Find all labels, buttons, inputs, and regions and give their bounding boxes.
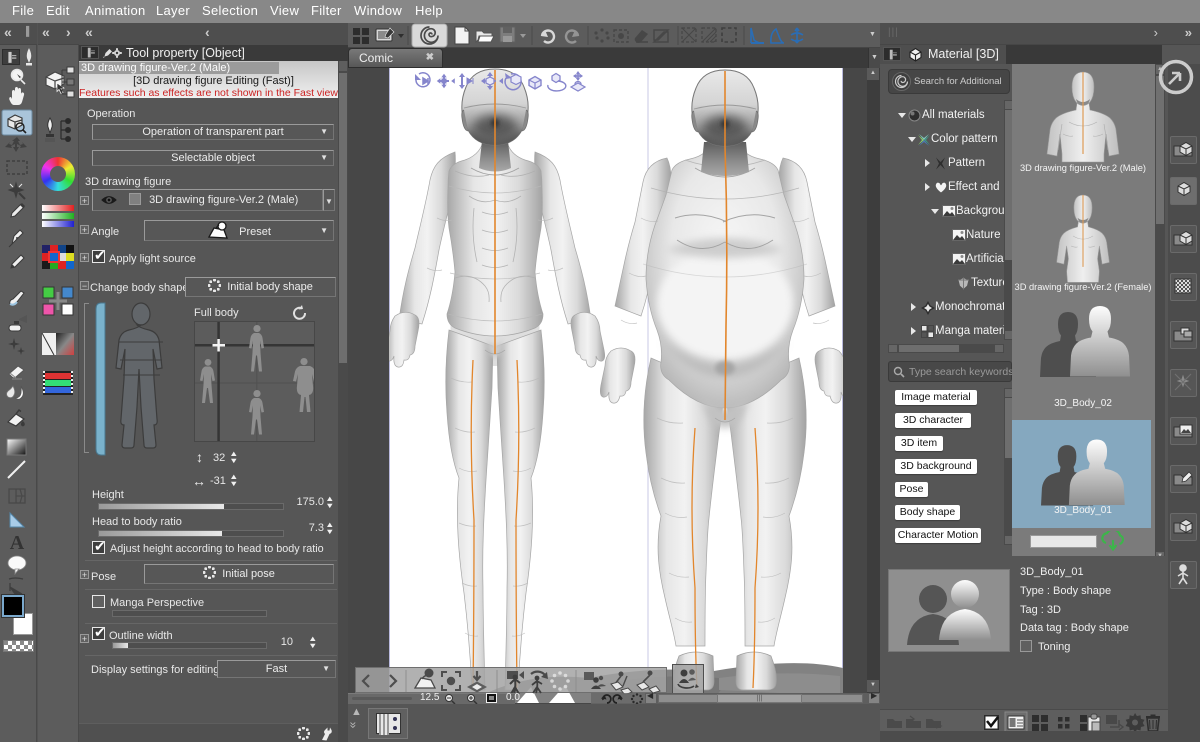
svg-text:A: A bbox=[10, 532, 25, 554]
svg-text:3D_Body_01: 3D_Body_01 bbox=[1054, 505, 1112, 516]
svg-text:3D_Body_02: 3D_Body_02 bbox=[1054, 398, 1112, 409]
svg-text:3D drawing figure-Ver.2 (Male): 3D drawing figure-Ver.2 (Male) bbox=[1020, 163, 1146, 173]
svg-text:3D drawing figure-Ver.2 (Femal: 3D drawing figure-Ver.2 (Female) bbox=[1015, 282, 1152, 292]
